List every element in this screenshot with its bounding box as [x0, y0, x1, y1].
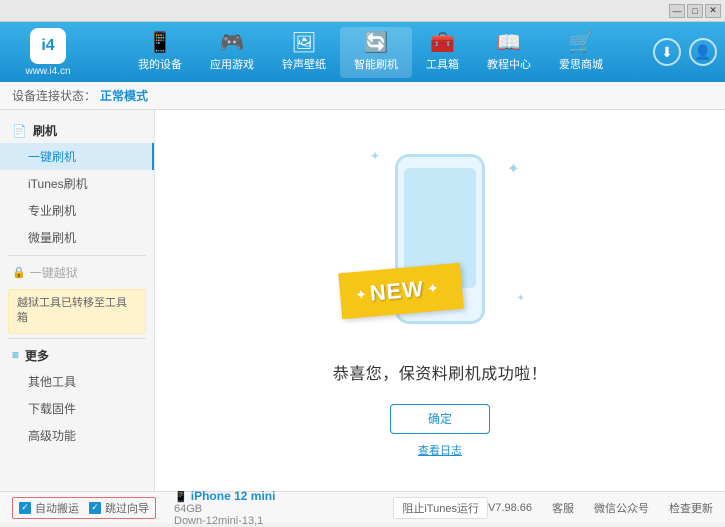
nav-icon-smart-flash: 🔄	[364, 33, 389, 53]
nav-item-smart-flash[interactable]: 🔄 智能刷机	[340, 27, 412, 78]
sidebar-item-itunes[interactable]: iTunes刷机	[0, 170, 154, 197]
sidebar-item-other-tools[interactable]: 其他工具	[0, 368, 154, 395]
flash-section-icon: 📄	[12, 124, 27, 138]
sidebar-item-download-fw[interactable]: 下载固件	[0, 395, 154, 422]
star-right-icon: ✦	[426, 279, 439, 297]
nav-item-wallpaper[interactable]: 🖼 铃声壁纸	[268, 27, 340, 78]
user-button[interactable]: 👤	[689, 38, 717, 66]
skip-wizard-label: 跳过向导	[105, 500, 149, 516]
sidebar-item-pro[interactable]: 专业刷机	[0, 197, 154, 224]
nav-icon-my-device: 📱	[148, 33, 173, 53]
nav-icon-wallpaper: 🖼	[291, 33, 316, 53]
stop-itunes-button[interactable]: 阻止iTunes运行	[393, 497, 488, 519]
nav-item-apps[interactable]: 🎮 应用游戏	[196, 27, 268, 78]
star-left-icon: ✦	[354, 285, 367, 303]
nav-icon-shop: 🛒	[569, 33, 594, 53]
download-button[interactable]: ⬇	[653, 38, 681, 66]
nav-label-shop: 爱思商城	[559, 56, 603, 72]
sidebar-item-advanced[interactable]: 高级功能	[0, 422, 154, 449]
sidebar-divider-1	[8, 255, 146, 256]
phone-illustration: ✦ ✦ ✦ ✦ NEW ✦	[350, 144, 530, 344]
logo: i4 www.i4.cn	[8, 28, 88, 77]
status-label: 设备连接状态：	[12, 87, 96, 104]
sparkle-icon-3: ✦	[517, 293, 525, 304]
auto-migrate-label: 自动搬运	[35, 500, 79, 516]
lock-icon: 🔒	[12, 266, 26, 279]
sidebar-divider-2	[8, 338, 146, 339]
nav-label-apps: 应用游戏	[210, 56, 254, 72]
device-firmware: Down-12mini-13,1	[174, 515, 263, 527]
sidebar-section-more: ≡ 更多	[0, 343, 154, 368]
more-section-icon: ≡	[12, 348, 19, 362]
update-link[interactable]: 检查更新	[669, 500, 713, 516]
nav-right-controls: ⬇ 👤	[653, 38, 717, 66]
version-label: V7.98.66	[488, 502, 532, 514]
nav-label-tools: 工具箱	[426, 56, 459, 72]
footer-right: V7.98.66 客服 微信公众号 检查更新	[488, 500, 713, 516]
confirm-button[interactable]: 确定	[390, 404, 490, 434]
support-link[interactable]: 客服	[552, 500, 574, 516]
nav-label-smart-flash: 智能刷机	[354, 56, 398, 72]
title-bar: — □ ✕	[0, 0, 725, 22]
content-area: ✦ ✦ ✦ ✦ NEW ✦ 恭喜您，保资料刷机成功啦！ 确定 查看日志	[155, 110, 725, 491]
sidebar-item-one-click[interactable]: 一键刷机	[0, 143, 154, 170]
sidebar-item-silent[interactable]: 微量刷机	[0, 224, 154, 251]
sidebar: 📄 刷机 一键刷机 iTunes刷机 专业刷机 微量刷机 🔒 一键越狱 越狱工具…	[0, 110, 155, 491]
wechat-link[interactable]: 微信公众号	[594, 500, 649, 516]
nav-label-wallpaper: 铃声壁纸	[282, 56, 326, 72]
checkbox-group: ✓ 自动搬运 ✓ 跳过向导	[12, 497, 156, 519]
nav-item-shop[interactable]: 🛒 爱思商城	[545, 27, 617, 78]
status-bar: 设备连接状态： 正常模式	[0, 82, 725, 110]
sparkle-icon-1: ✦	[507, 159, 520, 179]
logo-url: www.i4.cn	[25, 66, 70, 77]
nav-item-my-device[interactable]: 📱 我的设备	[124, 27, 196, 78]
footer-left: ✓ 自动搬运 ✓ 跳过向导 📱 iPhone 12 mini 64GB Down…	[12, 489, 393, 527]
device-icon: 📱	[174, 491, 191, 503]
close-button[interactable]: ✕	[705, 4, 721, 18]
sidebar-notice: 越狱工具已转移至工具箱	[8, 289, 146, 334]
nav-items: 📱 我的设备 🎮 应用游戏 🖼 铃声壁纸 🔄 智能刷机 🧰 工具箱 📖 教程中心…	[88, 27, 653, 78]
flash-section-label: 刷机	[33, 122, 57, 139]
status-value: 正常模式	[100, 87, 148, 104]
nav-bar: i4 www.i4.cn 📱 我的设备 🎮 应用游戏 🖼 铃声壁纸 🔄 智能刷机…	[0, 22, 725, 82]
locked-label: 一键越狱	[30, 264, 78, 281]
sidebar-section-flash: 📄 刷机	[0, 118, 154, 143]
minimize-button[interactable]: —	[669, 4, 685, 18]
main-area: 📄 刷机 一键刷机 iTunes刷机 专业刷机 微量刷机 🔒 一键越狱 越狱工具…	[0, 110, 725, 491]
success-message: 恭喜您，保资料刷机成功啦！	[333, 360, 548, 384]
footer: ✓ 自动搬运 ✓ 跳过向导 📱 iPhone 12 mini 64GB Down…	[0, 491, 725, 523]
nav-item-tools[interactable]: 🧰 工具箱	[412, 27, 473, 78]
device-storage: 64GB	[174, 503, 202, 515]
more-section-label: 更多	[25, 347, 49, 364]
maximize-button[interactable]: □	[687, 4, 703, 18]
sidebar-locked-jailbreak: 🔒 一键越狱	[0, 260, 154, 285]
view-log-link[interactable]: 查看日志	[418, 442, 462, 458]
nav-label-tutorial: 教程中心	[487, 56, 531, 72]
checkbox-auto-migrate[interactable]: ✓	[19, 502, 31, 514]
nav-item-tutorial[interactable]: 📖 教程中心	[473, 27, 545, 78]
window-controls: — □ ✕	[669, 4, 721, 18]
nav-icon-tools: 🧰	[430, 33, 455, 53]
checkbox-skip-wizard[interactable]: ✓	[89, 502, 101, 514]
nav-icon-tutorial: 📖	[497, 33, 522, 53]
nav-icon-apps: 🎮	[220, 33, 245, 53]
footer-device-info: 📱 iPhone 12 mini 64GB Down-12mini-13,1	[174, 489, 275, 527]
logo-icon: i4	[30, 28, 66, 64]
nav-label-my-device: 我的设备	[138, 56, 182, 72]
sparkle-icon-2: ✦	[370, 149, 380, 163]
new-badge-text: NEW	[369, 276, 425, 307]
